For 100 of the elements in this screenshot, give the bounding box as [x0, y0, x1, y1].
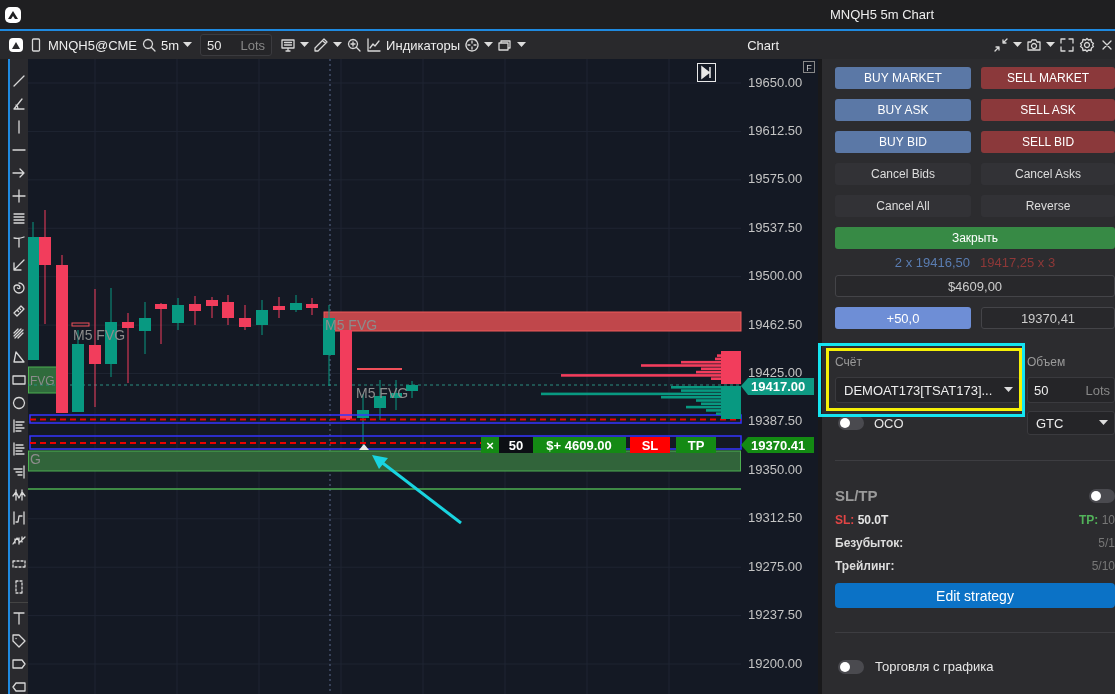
caret-icon[interactable] — [1046, 42, 1055, 48]
price-tag: 19370.41 — [741, 437, 814, 453]
fvg-marker — [356, 368, 403, 370]
price-label: 19425.00 — [748, 365, 803, 380]
zone-label: M5 FVG — [325, 317, 378, 333]
price-label: 19575.00 — [748, 171, 803, 187]
pencil-icon[interactable] — [313, 37, 330, 53]
zone-label: FVG — [30, 374, 55, 388]
sell-button[interactable]: SELL BID — [981, 131, 1115, 153]
line-chart-icon[interactable] — [366, 37, 383, 53]
caret-icon[interactable] — [1099, 420, 1108, 426]
candle — [406, 380, 418, 399]
fvg-marker — [71, 322, 90, 327]
sell-button[interactable]: SELL ASK — [981, 99, 1115, 121]
crosshair-icon[interactable] — [11, 188, 27, 204]
caret-icon[interactable] — [333, 42, 343, 48]
layers-icon[interactable] — [497, 37, 513, 53]
monitor-icon[interactable] — [280, 37, 297, 53]
account-label: Счёт — [835, 355, 863, 371]
take-profit-button[interactable]: TP — [676, 437, 716, 453]
candle — [172, 297, 184, 331]
volume-label: Объем — [1027, 355, 1067, 371]
indicators-label[interactable]: Индикаторы — [386, 37, 460, 53]
price-field[interactable]: 19370,41 — [981, 307, 1115, 329]
tag-icon[interactable] — [11, 633, 27, 649]
neutral-button[interactable]: Cancel Asks — [981, 163, 1115, 185]
order-quantity: 50 — [499, 437, 533, 453]
price-label: 19237.50 — [748, 607, 803, 623]
price-label: 19612.50 — [748, 122, 803, 138]
pnl-field: $4609,00 — [835, 275, 1115, 297]
price-label: 19650.00 — [748, 74, 803, 90]
toggle-switch[interactable] — [1089, 488, 1115, 503]
chart-trading-label: Торговля с графика — [875, 659, 994, 674]
neutral-button[interactable]: Reverse — [981, 195, 1115, 217]
price-label: 19275.00 — [748, 558, 803, 574]
caret-icon[interactable] — [1013, 42, 1022, 48]
neutral-button[interactable]: Cancel Bids — [835, 163, 971, 185]
price-label: 19200.00 — [748, 655, 803, 671]
take-profit-text: TP: 10 — [1078, 513, 1115, 527]
order-close-button[interactable]: × — [481, 437, 499, 453]
scroll-to-end-button[interactable] — [697, 63, 716, 82]
triangle-icon[interactable] — [11, 349, 27, 365]
fibonacci-icon[interactable] — [11, 441, 27, 457]
candle — [273, 296, 285, 319]
price-label: 19500.00 — [748, 268, 803, 284]
zoom-in-icon[interactable] — [346, 37, 363, 53]
text-icon[interactable] — [11, 610, 27, 626]
corner-badge: F — [803, 61, 815, 73]
settings-icon[interactable] — [1079, 37, 1095, 53]
caret-icon[interactable] — [183, 42, 193, 48]
line-tool-icon[interactable] — [11, 73, 27, 89]
crosshair-icon[interactable] — [464, 37, 480, 53]
ask-quote: 19417,25 x 3 — [980, 254, 1056, 270]
oco-label: OCO — [874, 415, 904, 431]
fork-icon[interactable] — [11, 257, 27, 273]
candle — [206, 296, 218, 319]
candle — [290, 294, 302, 313]
edit-strategy-button[interactable]: Edit strategy — [835, 583, 1115, 608]
candle — [306, 297, 318, 316]
caret-icon[interactable] — [484, 42, 493, 48]
symbol-label[interactable]: MNQH5@CME — [48, 37, 138, 53]
sell-button[interactable]: SELL MARKET — [981, 67, 1115, 89]
volume-field[interactable]: 50 Lots — [1027, 377, 1115, 403]
window-title: MNQH5 5m Chart — [830, 7, 935, 22]
steps-icon[interactable] — [11, 510, 27, 526]
lines-icon[interactable] — [11, 211, 27, 227]
neutral-button[interactable]: Cancel All — [835, 195, 971, 217]
close-button[interactable]: Закрыть — [835, 227, 1115, 249]
setting-label: Безубыток: — [835, 536, 904, 550]
buy-button[interactable]: BUY ASK — [835, 99, 971, 121]
collapse-icon[interactable] — [993, 37, 1009, 53]
rectangle-icon[interactable] — [11, 372, 27, 388]
ruler-icon[interactable] — [11, 303, 27, 319]
app-logo-icon — [8, 37, 24, 53]
label-icon[interactable] — [11, 656, 27, 672]
buy-button[interactable]: BUY MARKET — [835, 67, 971, 89]
price-label: 19350.00 — [748, 461, 803, 477]
pattern-icon[interactable] — [11, 487, 27, 503]
time-in-force-dropdown[interactable]: GTC — [1027, 411, 1115, 435]
candle — [139, 301, 151, 355]
buy-button[interactable]: BUY BID — [835, 131, 971, 153]
caret-icon[interactable] — [300, 42, 310, 48]
account-dropdown[interactable]: DEMOAT173[TSAT173]... — [835, 377, 1020, 403]
toggle-switch[interactable] — [838, 659, 864, 674]
search-icon[interactable] — [141, 37, 158, 53]
order-pnl: $+ 4609.00 — [533, 437, 626, 453]
spiral-icon[interactable] — [11, 280, 27, 296]
candle — [155, 302, 167, 345]
caret-icon[interactable] — [517, 42, 526, 48]
quantity-field[interactable]: 50 Lots — [200, 34, 273, 56]
label-icon[interactable] — [11, 679, 27, 694]
camera-icon[interactable] — [1026, 37, 1042, 53]
caret-icon[interactable] — [1004, 387, 1013, 393]
timeframe-label[interactable]: 5m — [161, 37, 180, 53]
stop-loss-button[interactable]: SL — [630, 437, 670, 453]
candle — [189, 295, 201, 326]
expand-icon[interactable] — [1059, 37, 1075, 53]
levels-icon[interactable] — [11, 464, 27, 480]
angle-tool-icon[interactable] — [11, 96, 27, 112]
fibonacci-icon[interactable] — [11, 418, 27, 434]
